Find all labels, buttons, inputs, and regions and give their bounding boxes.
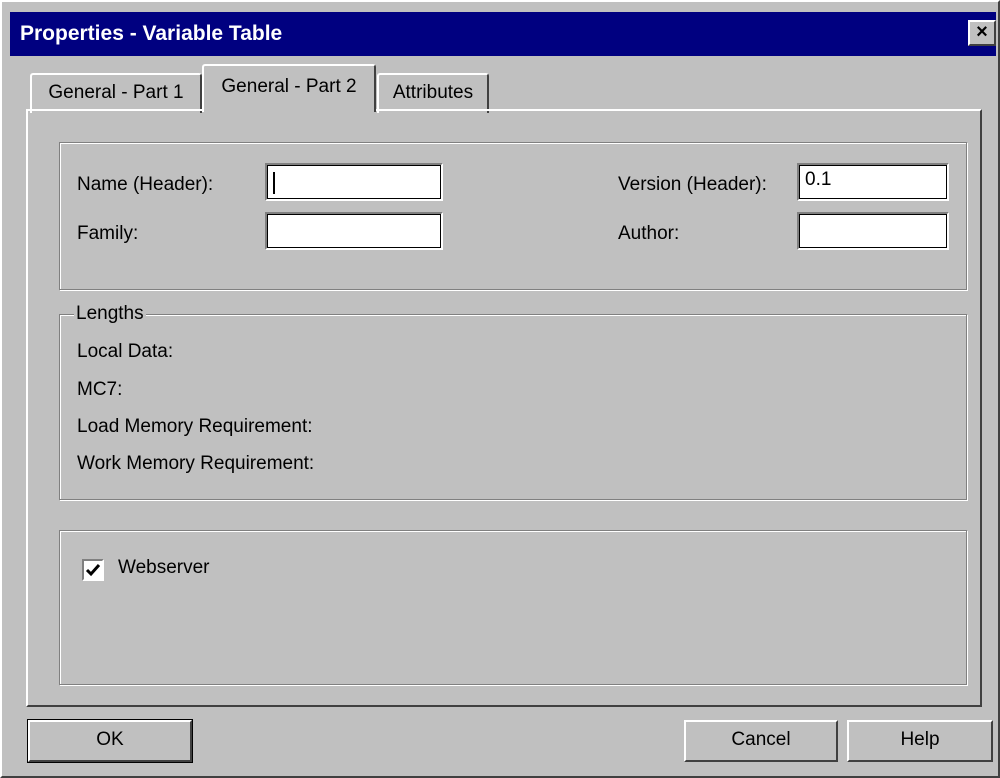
webserver-group [59,530,967,685]
author-label: Author: [618,223,680,244]
family-label: Family: [77,223,139,244]
text-caret [273,172,275,194]
title-bar: Properties - Variable Table × [10,12,996,56]
name-label: Name (Header): [77,174,214,195]
author-field[interactable] [797,212,949,250]
work-memory-label: Work Memory Requirement: [77,453,315,474]
close-button[interactable]: × [968,20,996,46]
ok-button[interactable]: OK [27,719,193,763]
tab-label: Attributes [392,82,474,103]
close-icon: × [976,21,988,43]
load-memory-label: Load Memory Requirement: [77,416,313,437]
name-field[interactable] [265,163,443,201]
tab-label: General - Part 2 [221,76,357,97]
local-data-label: Local Data: [77,341,174,362]
tab-general-part-2[interactable]: General - Part 2 [202,64,376,112]
tab-label: General - Part 1 [48,82,184,103]
lengths-legend: Lengths [74,303,146,325]
webserver-label[interactable]: Webserver [118,557,210,579]
family-field[interactable] [265,212,443,250]
mc7-label: MC7: [77,379,123,400]
version-field[interactable]: 0.1 [797,163,949,201]
webserver-checkbox[interactable] [82,559,104,581]
cancel-button[interactable]: Cancel [684,720,838,762]
tab-attributes[interactable]: Attributes [377,73,489,113]
window-title: Properties - Variable Table [20,22,283,45]
version-label: Version (Header): [618,174,767,195]
help-button[interactable]: Help [847,720,993,762]
properties-dialog: Properties - Variable Table × General - … [0,0,1000,778]
version-value: 0.1 [805,169,832,190]
checkmark-icon [85,564,101,577]
tab-general-part-1[interactable]: General - Part 1 [30,73,202,113]
